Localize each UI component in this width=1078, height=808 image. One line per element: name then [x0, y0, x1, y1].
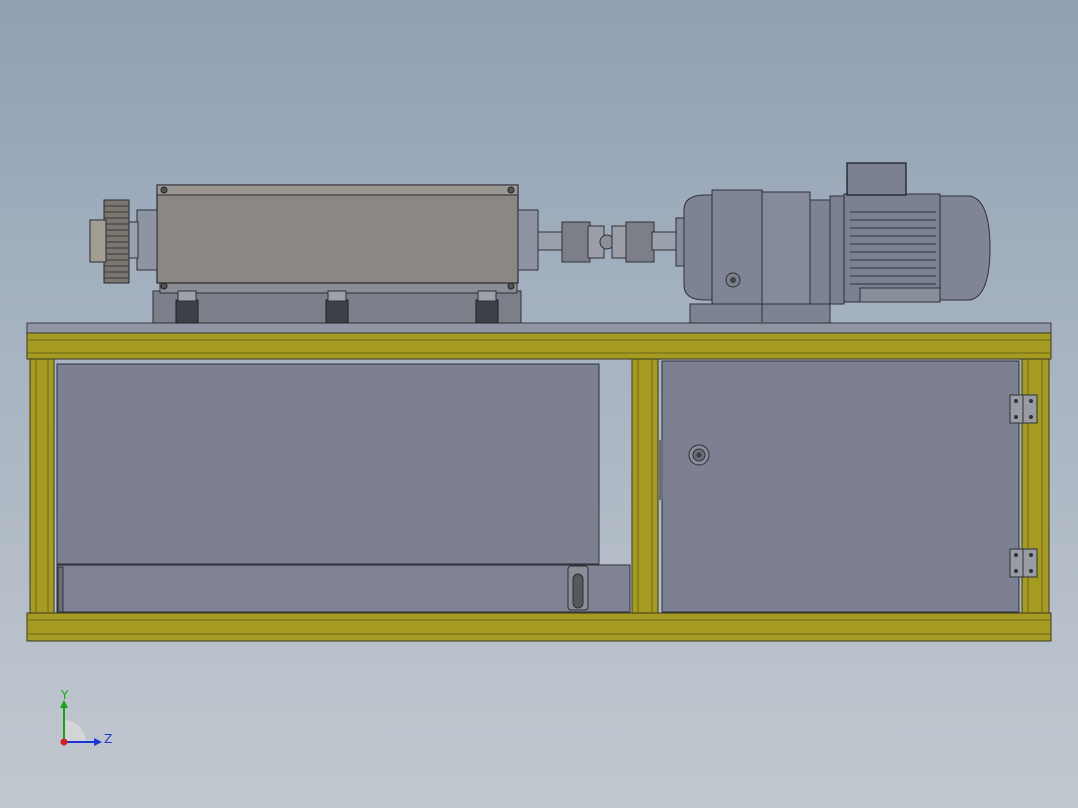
spur-gear[interactable]	[89, 199, 130, 284]
x-axis-dot-icon	[60, 738, 68, 746]
z-axis-label: Z	[104, 732, 112, 746]
z-axis-arrowhead-icon	[94, 738, 102, 746]
orientation-triad: Y Z	[60, 688, 112, 746]
left-panel-upper	[56, 363, 600, 565]
top-beam	[26, 332, 1052, 360]
caster-wheel	[567, 565, 589, 611]
right-door[interactable]	[659, 360, 1038, 613]
cad-viewport[interactable]: Y Z	[0, 0, 1078, 808]
bottom-beam	[26, 612, 1052, 642]
middle-post	[631, 358, 659, 614]
gear-reducer[interactable]	[675, 189, 831, 324]
door-lock-icon[interactable]	[688, 444, 710, 466]
left-panel-lower	[56, 564, 631, 613]
left-panel[interactable]	[56, 363, 631, 613]
cad-assembly-scene[interactable]	[0, 0, 1078, 808]
drawer-runner-left	[57, 566, 64, 613]
door-hinge-bottom	[1009, 548, 1038, 578]
door-hinge-top	[1009, 394, 1038, 424]
motor-terminal-box	[846, 162, 907, 196]
gear-housing[interactable]	[125, 184, 539, 324]
left-post	[29, 358, 55, 614]
table-top-plate	[26, 322, 1052, 334]
electric-motor[interactable]	[829, 162, 991, 305]
y-axis-label: Y	[60, 688, 69, 702]
triad-plane-icon	[64, 720, 86, 742]
universal-joint[interactable]	[537, 221, 677, 263]
